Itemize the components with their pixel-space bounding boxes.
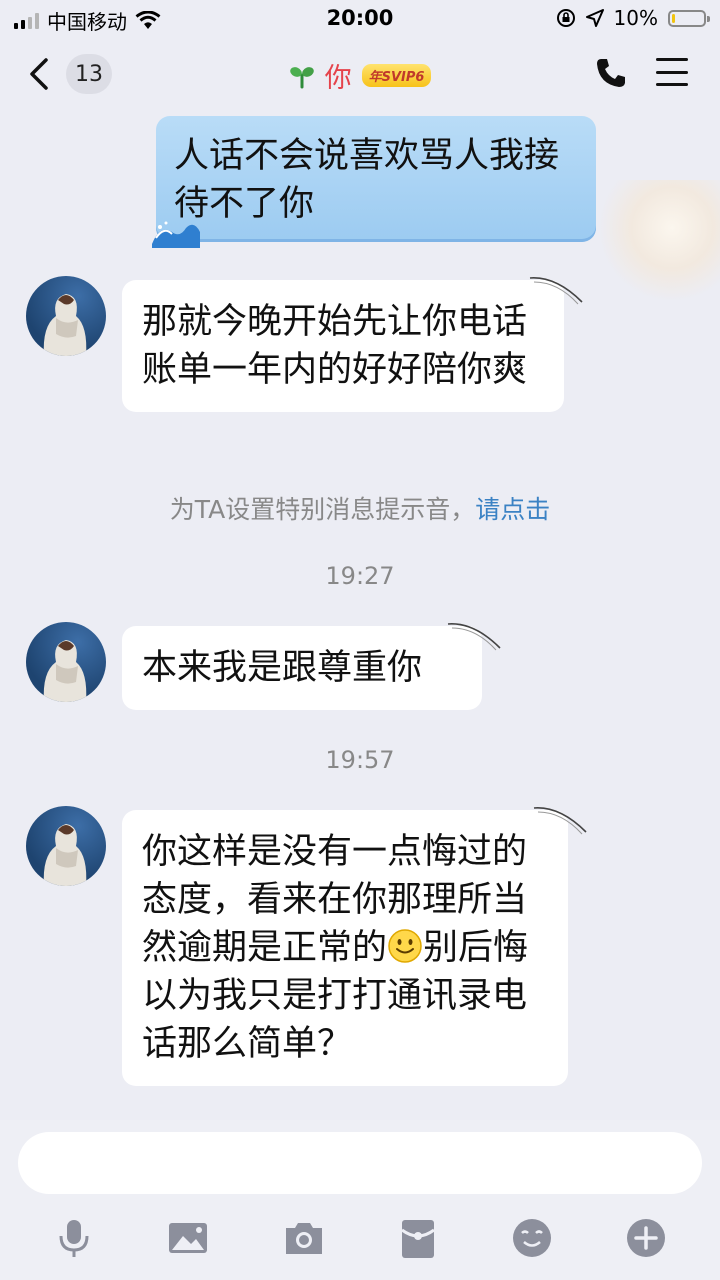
contact-name: 你 xyxy=(324,63,352,94)
avatar[interactable] xyxy=(26,806,106,886)
bubble-curl-decoration xyxy=(529,277,583,305)
status-bar: 中国移动 20:00 10% xyxy=(0,0,720,38)
decoration xyxy=(600,180,720,300)
avatar[interactable] xyxy=(26,276,106,356)
bubble-curl-decoration xyxy=(447,623,501,651)
location-icon xyxy=(585,9,604,27)
incoming-message[interactable]: 那就今晚开始先让你电话账单一年内的好好陪你爽 xyxy=(122,280,564,412)
notification-sound-hint: 为TA设置特别消息提示音，请点击 xyxy=(0,490,720,526)
battery-icon xyxy=(668,9,710,27)
incoming-message[interactable]: 本来我是跟尊重你 xyxy=(122,626,482,710)
plus-icon[interactable] xyxy=(624,1216,668,1260)
avatar[interactable] xyxy=(26,622,106,702)
smile-emoji-icon xyxy=(388,929,422,963)
hint-text: 为TA设置特别消息提示音， xyxy=(169,495,476,524)
battery-level xyxy=(672,13,675,23)
avatar-image xyxy=(43,294,87,356)
rotation-lock-icon xyxy=(556,9,575,27)
hint-link[interactable]: 请点击 xyxy=(475,495,550,524)
wave-decoration-icon xyxy=(152,221,200,248)
timestamp: 19:57 xyxy=(325,746,395,774)
input-panel xyxy=(0,1120,720,1280)
incoming-message[interactable]: 你这样是没有一点悔过的态度，看来在你那理所当然逾期是正常的 别后悔以为我只是打打… xyxy=(122,810,568,1086)
battery-percent: 10% xyxy=(613,6,658,30)
vip-badge: 年SVIP6 xyxy=(361,64,432,87)
sprout-icon xyxy=(289,66,314,88)
bubble-curl-decoration xyxy=(533,807,587,835)
avatar-image xyxy=(43,640,87,702)
outgoing-message[interactable]: 人话不会说喜欢骂人我接待不了你 xyxy=(152,116,596,248)
message-list[interactable]: 人话不会说喜欢骂人我接待不了你 那就今晚开始先让你电话账单一年内的好好陪你爽 为… xyxy=(0,110,720,1120)
emoji-icon[interactable] xyxy=(510,1216,554,1260)
message-text: 本来我是跟尊重你 xyxy=(142,648,423,688)
menu-icon[interactable] xyxy=(656,58,688,86)
phone-call-icon[interactable] xyxy=(594,56,628,90)
microphone-icon[interactable] xyxy=(52,1216,96,1260)
chat-header: 13 你 年SVIP6 xyxy=(0,38,720,110)
message-text: 那就今晚开始先让你电话账单一年内的好好陪你爽 xyxy=(142,302,528,390)
message-input[interactable] xyxy=(18,1132,702,1194)
image-icon[interactable] xyxy=(166,1216,210,1260)
message-text: 人话不会说喜欢骂人我接待不了你 xyxy=(174,136,560,224)
timestamp: 19:27 xyxy=(325,562,395,590)
avatar-image xyxy=(43,824,87,886)
camera-icon[interactable] xyxy=(282,1216,326,1260)
input-toolbar xyxy=(0,1214,720,1264)
red-packet-icon[interactable] xyxy=(396,1216,440,1260)
